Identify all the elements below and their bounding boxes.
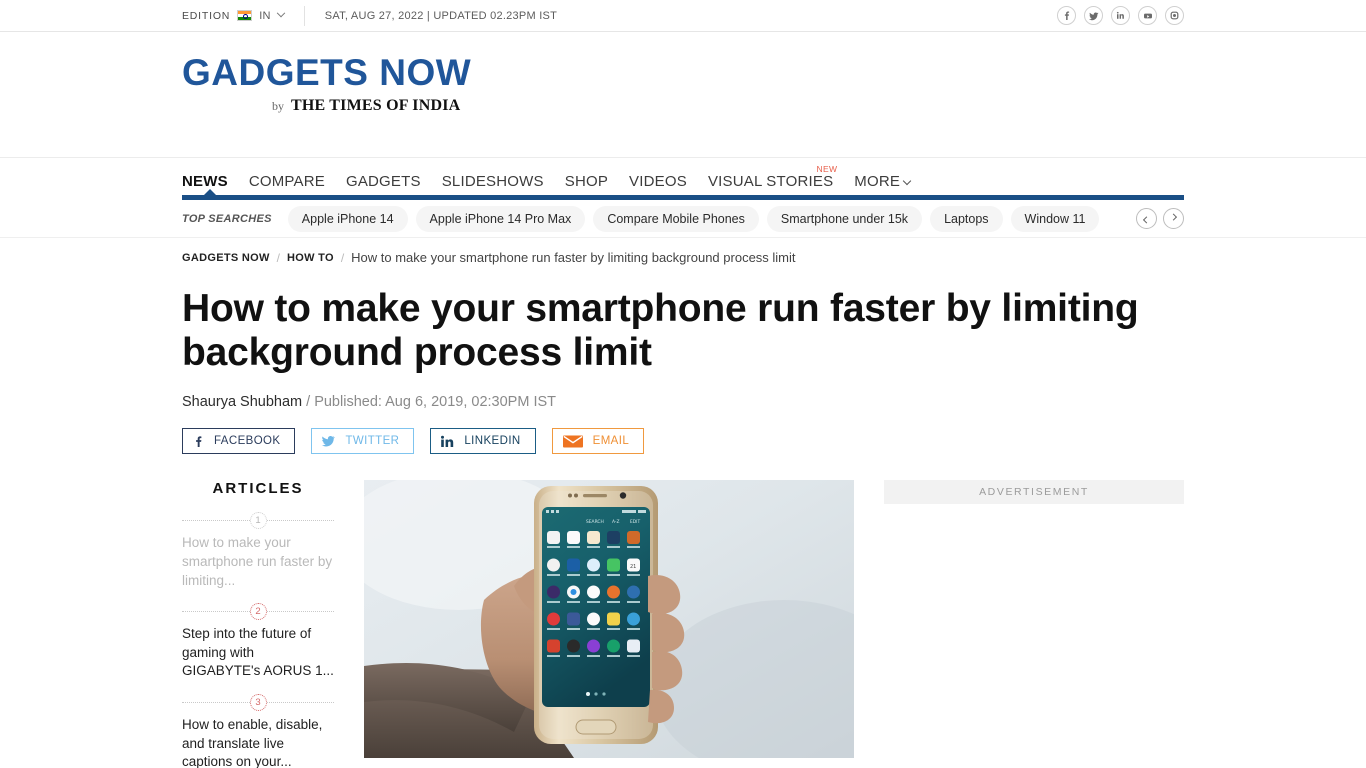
share-button-label: LINKEDIN — [464, 435, 521, 448]
article-number-badge: 3 — [249, 693, 267, 711]
breadcrumb-current: How to make your smartphone run faster b… — [351, 250, 796, 265]
breadcrumb-home[interactable]: GADGETS NOW — [182, 252, 270, 264]
linkedin-icon — [440, 435, 455, 448]
hero-photo: SEARCH A-Z EDIT 21 — [364, 480, 854, 759]
articles-divider: 2 — [182, 602, 334, 620]
top-search-chip[interactable]: Apple iPhone 14 — [287, 205, 408, 232]
main-navigation: NEWS COMPARE GADGETS SLIDESHOWS SHOP VIDEOS VI… — [0, 158, 1366, 200]
share-buttons: FACEBOOK TWITTER LINKEDIN EMAIL — [0, 410, 1366, 455]
articles-divider: 3 — [182, 693, 334, 711]
edition-selector[interactable]: EDITION IN — [182, 8, 286, 22]
nav-item-label: MORE — [854, 173, 901, 190]
nav-item-label: GADGETS — [345, 173, 421, 190]
logo-subtitle: by THE TIMES OF INDIA — [182, 97, 1184, 115]
articles-divider: 1 — [182, 511, 334, 529]
facebook-icon[interactable] — [1057, 6, 1076, 25]
india-flag-icon — [237, 10, 253, 21]
nav-new-badge: NEW — [816, 164, 838, 174]
hero-image: SEARCH A-Z EDIT 21 — [364, 480, 854, 759]
nav-item-label: VIDEOS — [629, 173, 687, 190]
twitter-icon — [321, 434, 336, 448]
screen-label-search: SEARCH — [586, 519, 604, 525]
top-search-chip[interactable]: Window 11 — [1010, 205, 1100, 232]
byline: Shaurya Shubham / Published: Aug 6, 2019… — [182, 394, 1184, 410]
article-main-column: SEARCH A-Z EDIT 21 — [364, 480, 854, 768]
next-arrow-button[interactable] — [1163, 208, 1184, 229]
share-button-linkedin[interactable]: LINKEDIN — [430, 428, 536, 455]
nav-item-label: NEWS — [182, 173, 228, 190]
share-button-label: EMAIL — [592, 435, 630, 448]
chevron-down-icon — [902, 176, 912, 186]
nav-item-label: VISUAL STORIES — [707, 173, 834, 190]
top-search-chip[interactable]: Compare Mobile Phones — [593, 205, 759, 232]
article-author[interactable]: Shaurya Shubham — [182, 394, 302, 410]
twitter-icon[interactable] — [1084, 6, 1103, 25]
top-bar: EDITION IN SAT, AUG 27, 2022 | UPDATED 0… — [0, 0, 1366, 32]
advertisement-label: ADVERTISEMENT — [884, 480, 1184, 505]
share-button-label: TWITTER — [345, 435, 400, 448]
top-searches-label: TOP SEARCHES — [182, 212, 272, 225]
top-search-chip[interactable]: Smartphone under 15k — [766, 205, 923, 232]
youtube-icon[interactable] — [1138, 6, 1157, 25]
page-root: EDITION IN SAT, AUG 27, 2022 | UPDATED 0… — [0, 0, 1366, 768]
nav-active-caret — [203, 189, 217, 196]
screen-label-edit: EDIT — [630, 519, 640, 525]
facebook-icon — [192, 435, 205, 448]
breadcrumb-separator: / — [340, 250, 345, 265]
top-searches-bar: TOP SEARCHES Apple iPhone 14 Apple iPhone… — [0, 200, 1366, 238]
instagram-icon[interactable] — [1165, 6, 1184, 25]
dateline: SAT, AUG 27, 2022 | UPDATED 02.23PM IST — [324, 9, 558, 22]
article-body: ARTICLES 1 How to make your smartphone ru… — [0, 454, 1366, 768]
share-button-label: FACEBOOK — [214, 435, 281, 448]
article-header: How to make your smartphone run faster b… — [0, 265, 1366, 410]
nav-item-label: COMPARE — [248, 173, 325, 190]
top-searches-arrows — [1126, 208, 1184, 229]
divider — [303, 5, 305, 26]
top-search-chip[interactable]: Laptops — [930, 205, 1003, 232]
list-item[interactable]: Step into the future of gaming with GIGA… — [182, 620, 334, 693]
nav-active-bar — [182, 195, 1184, 200]
articles-sidebar-title: ARTICLES — [212, 480, 304, 498]
linkedin-icon[interactable] — [1111, 6, 1130, 25]
site-header: GADGETS NOW by THE TIMES OF INDIA — [0, 32, 1366, 158]
list-item[interactable]: How to enable, disable, and translate li… — [182, 711, 334, 768]
article-number-badge: 2 — [249, 602, 267, 620]
article-number-badge: 1 — [249, 511, 267, 529]
prev-arrow-button[interactable] — [1136, 208, 1157, 229]
edition-country: IN — [259, 9, 271, 22]
edition-label: EDITION — [182, 9, 231, 22]
nav-item-label: SLIDESHOWS — [441, 173, 544, 190]
page-title: How to make your smartphone run faster b… — [182, 287, 1139, 374]
email-icon — [562, 434, 584, 449]
svg-text:21: 21 — [630, 564, 636, 570]
breadcrumb-section[interactable]: HOW TO — [287, 252, 334, 264]
share-button-twitter[interactable]: TWITTER — [311, 428, 415, 455]
logo-by-text: by — [272, 98, 284, 113]
breadcrumb: GADGETS NOW / HOW TO / How to make your … — [0, 238, 1366, 265]
share-button-facebook[interactable]: FACEBOOK — [182, 428, 296, 455]
breadcrumb-separator: / — [276, 250, 280, 265]
article-published: / Published: Aug 6, 2019, 02:30PM IST — [302, 394, 557, 411]
list-item[interactable]: How to make your smartphone run faster b… — [182, 529, 334, 602]
nav-item-label: SHOP — [564, 173, 609, 190]
site-logo[interactable]: GADGETS NOW — [182, 53, 1184, 93]
social-links — [1057, 6, 1184, 25]
share-button-email[interactable]: EMAIL — [551, 428, 645, 455]
top-search-chip[interactable]: Apple iPhone 14 Pro Max — [415, 205, 586, 232]
advertisement-column: ADVERTISEMENT — [884, 480, 1184, 768]
chevron-down-icon — [276, 8, 286, 17]
articles-sidebar: ARTICLES 1 How to make your smartphone ru… — [182, 480, 334, 768]
screen-label-az: A-Z — [612, 519, 620, 525]
publisher-name: THE TIMES OF INDIA — [291, 96, 461, 114]
